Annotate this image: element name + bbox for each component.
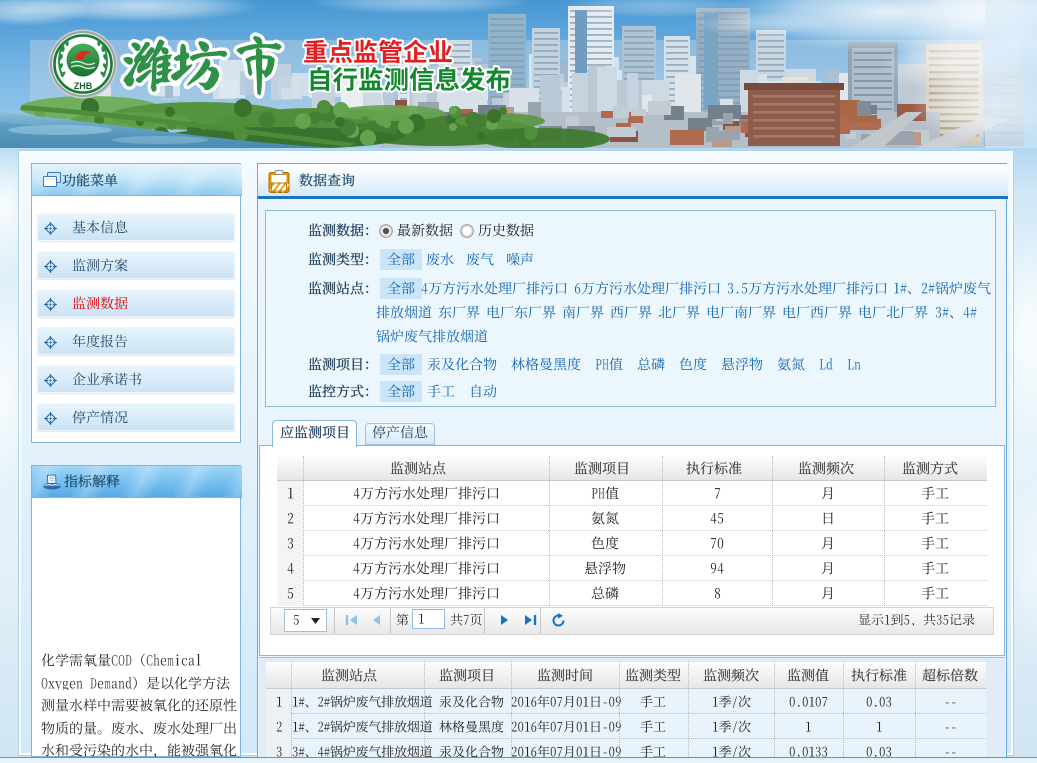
svg-text:ZHB: ZHB <box>74 81 93 91</box>
